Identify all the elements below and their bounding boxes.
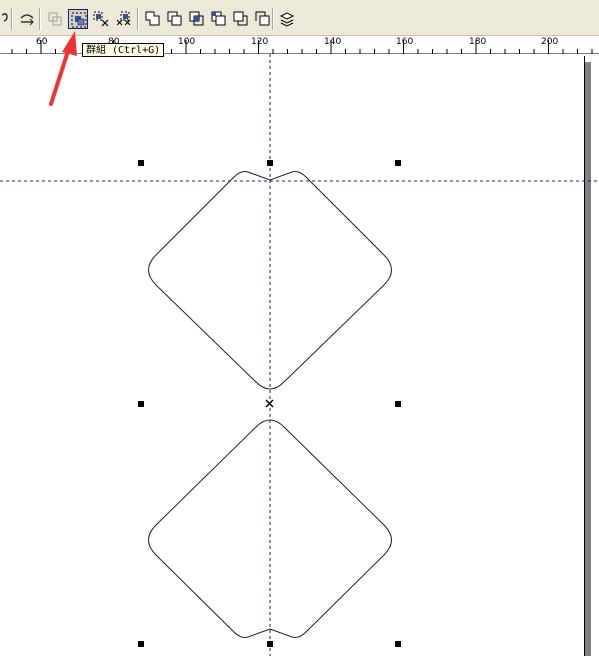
selection-center-marker[interactable] bbox=[265, 399, 274, 408]
selection-handle[interactable] bbox=[267, 641, 273, 647]
selection-handle[interactable] bbox=[138, 641, 144, 647]
selection-handle[interactable] bbox=[267, 160, 273, 166]
selection-handle[interactable] bbox=[395, 160, 401, 166]
selection-handle[interactable] bbox=[138, 160, 144, 166]
selection-handle[interactable] bbox=[138, 401, 144, 407]
group-tooltip: 群組 (Ctrl+G) bbox=[82, 43, 165, 57]
selection-handle[interactable] bbox=[395, 401, 401, 407]
annotation-arrow bbox=[49, 31, 77, 106]
selection-handle[interactable] bbox=[395, 641, 401, 647]
drawing-canvas[interactable] bbox=[0, 0, 599, 656]
